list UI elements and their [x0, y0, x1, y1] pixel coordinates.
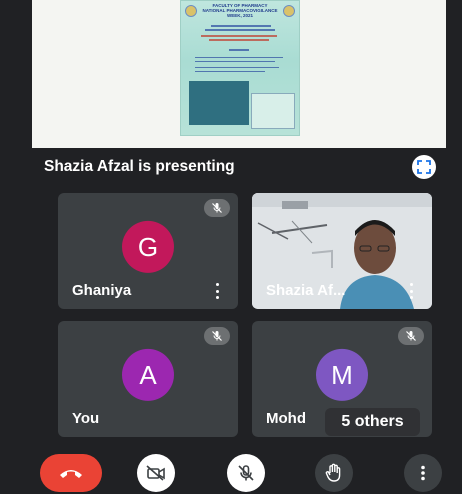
presentation-area: FACULTY OF PHARMACY NATIONAL PHARMACOVIG…: [32, 0, 446, 180]
participant-name: Shazia Af...: [266, 282, 346, 299]
mic-off-icon: [406, 331, 416, 341]
avatar-initial: M: [331, 359, 353, 390]
mic-off-icon: [212, 203, 222, 213]
slide-text-line: [229, 49, 249, 51]
avatar: G: [122, 220, 174, 273]
slide-header: FACULTY OF PHARMACY NATIONAL PHARMACOVIG…: [181, 3, 299, 18]
avatar-initial: A: [139, 359, 157, 390]
fullscreen-button[interactable]: [412, 155, 436, 179]
slide-text-line: [195, 67, 279, 68]
slide-text-line: [205, 29, 275, 31]
slide-text-line: [195, 71, 265, 72]
mic-muted-badge: [204, 327, 230, 345]
end-call-button[interactable]: [40, 454, 102, 492]
camera-toggle-button[interactable]: [137, 454, 175, 492]
more-options-icon[interactable]: [408, 283, 414, 299]
avatar: A: [122, 348, 174, 401]
camera-off-icon: [146, 465, 165, 481]
slide-text-line: [211, 25, 271, 27]
mic-muted-badge: [398, 327, 424, 345]
participant-name: You: [72, 410, 100, 427]
slide-text-line: [209, 39, 269, 41]
participant-tile-ghaniya[interactable]: G Ghaniya: [58, 193, 238, 309]
fullscreen-icon: [417, 160, 431, 174]
slide-text-line: [201, 35, 277, 37]
raise-hand-button[interactable]: [315, 454, 353, 492]
phone-hangup-icon: [60, 470, 82, 478]
more-options-button[interactable]: [404, 454, 442, 492]
presenting-bar: Shazia Afzal is presenting: [32, 148, 446, 180]
slide-area: FACULTY OF PHARMACY NATIONAL PHARMACOVIG…: [32, 0, 446, 148]
slide-text-line: [195, 57, 283, 58]
participant-name: Ghaniya: [72, 282, 132, 299]
others-button[interactable]: 5 others: [325, 408, 420, 436]
participant-name: Mohd: [266, 410, 306, 427]
slide-text-line: [195, 61, 275, 62]
mic-off-icon: [238, 465, 254, 481]
raise-hand-icon: [325, 463, 341, 482]
shared-slide: FACULTY OF PHARMACY NATIONAL PHARMACOVIG…: [180, 0, 300, 136]
presenting-label: Shazia Afzal is presenting: [44, 158, 235, 175]
avatar-initial: G: [137, 231, 159, 262]
avatar: M: [316, 348, 368, 401]
participant-tile-shazia[interactable]: Shazia Af...: [252, 193, 432, 309]
mic-off-icon: [212, 331, 222, 341]
more-vert-icon: [421, 465, 425, 481]
mic-toggle-button[interactable]: [227, 454, 265, 492]
slide-info-box: [251, 93, 295, 129]
participant-tile-you[interactable]: A You: [58, 321, 238, 437]
more-options-icon[interactable]: [214, 283, 220, 299]
call-controls: [0, 450, 462, 494]
slide-header-line-3: WEEK, 2021: [226, 13, 253, 18]
mic-muted-badge: [204, 199, 230, 217]
slide-image: [189, 81, 249, 125]
